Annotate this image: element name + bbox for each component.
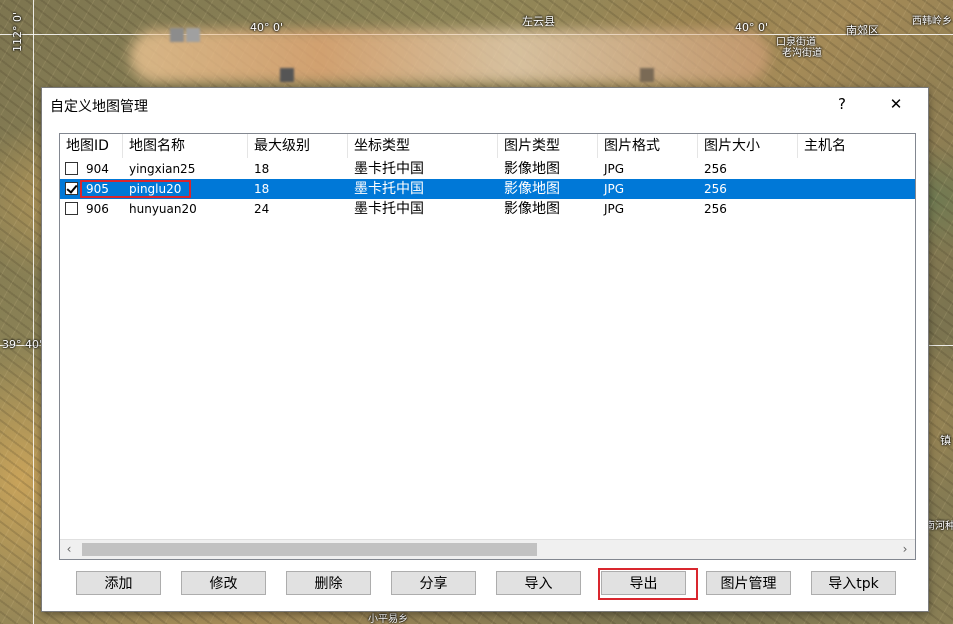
map-label: 112° 0' (11, 11, 24, 52)
cell-name: hunyuan20 (129, 202, 197, 216)
scroll-right-icon[interactable]: › (896, 540, 914, 559)
edit-button[interactable]: 修改 (181, 571, 266, 595)
image-manage-button[interactable]: 图片管理 (706, 571, 791, 595)
redacted-pixel (170, 28, 184, 42)
cell-max-level: 18 (254, 162, 270, 176)
row-checkbox[interactable] (65, 162, 78, 175)
close-button[interactable]: ✕ (876, 90, 916, 118)
map-label: 西韩岭乡 (912, 16, 952, 27)
cell-size: 256 (704, 202, 727, 216)
map-label: 左云县 (522, 15, 555, 28)
column-header-host[interactable]: 主机名 (798, 134, 915, 158)
scroll-left-icon[interactable]: ‹ (60, 540, 78, 559)
cell-coord-type: 墨卡托中国 (354, 181, 424, 197)
cell-id: 905 (86, 182, 109, 196)
dialog-title: 自定义地图管理 (50, 99, 148, 115)
column-header-format[interactable]: 图片格式 (598, 134, 698, 158)
map-label: 40° 0' (735, 21, 769, 34)
custom-map-dialog: 自定义地图管理 ? ✕ 地图ID 地图名称 最大级别 坐标类型 图片类型 图片格… (41, 87, 929, 612)
cell-format: JPG (604, 182, 625, 196)
column-header-image-type[interactable]: 图片类型 (498, 134, 598, 158)
cell-image-type: 影像地图 (504, 181, 560, 197)
map-label: 40° 0' (250, 21, 284, 34)
graticule-line (33, 0, 34, 624)
map-label: 南河种 (925, 521, 953, 532)
cell-host (798, 159, 915, 179)
row-checkbox[interactable] (65, 202, 78, 215)
dialog-titlebar[interactable]: 自定义地图管理 ? ✕ (42, 88, 928, 120)
cell-max-level: 18 (254, 182, 270, 196)
map-list[interactable]: 地图ID 地图名称 最大级别 坐标类型 图片类型 图片格式 图片大小 主机名 9… (59, 133, 916, 560)
redacted-area (130, 30, 770, 82)
map-label: 39° 40' (2, 338, 43, 351)
cell-size: 256 (704, 182, 727, 196)
table-row[interactable]: 904 yingxian25 18 墨卡托中国 影像地图 JPG 256 (60, 159, 915, 179)
cell-id: 904 (86, 162, 109, 176)
help-button[interactable]: ? (822, 90, 862, 118)
export-button[interactable]: 导出 (601, 571, 686, 595)
cell-size: 256 (704, 162, 727, 176)
cell-format: JPG (604, 202, 625, 216)
cell-image-type: 影像地图 (504, 161, 560, 177)
cell-name: pinglu20 (129, 182, 182, 196)
redacted-pixel (640, 68, 654, 82)
import-button[interactable]: 导入 (496, 571, 581, 595)
map-background: 40° 0' 左云县 40° 0' 南郊区 西韩岭乡 口泉街道 老沟街道 112… (0, 0, 953, 624)
map-label: 镇 (940, 434, 951, 447)
cell-format: JPG (604, 162, 625, 176)
delete-button[interactable]: 删除 (286, 571, 371, 595)
map-label: 老沟街道 (782, 48, 822, 59)
add-button[interactable]: 添加 (76, 571, 161, 595)
redacted-pixel (186, 28, 200, 42)
table-row[interactable]: 906 hunyuan20 24 墨卡托中国 影像地图 JPG 256 (60, 199, 915, 219)
row-checkbox-checked[interactable] (65, 182, 78, 195)
cell-id: 906 (86, 202, 109, 216)
redacted-pixel (280, 68, 294, 82)
import-tpk-button[interactable]: 导入tpk (811, 571, 896, 595)
column-header-max-level[interactable]: 最大级别 (248, 134, 348, 158)
column-header-coord-type[interactable]: 坐标类型 (348, 134, 498, 158)
cell-host (798, 179, 915, 199)
cell-coord-type: 墨卡托中国 (354, 201, 424, 217)
list-header: 地图ID 地图名称 最大级别 坐标类型 图片类型 图片格式 图片大小 主机名 (60, 134, 915, 158)
column-header-size[interactable]: 图片大小 (698, 134, 798, 158)
column-header-name[interactable]: 地图名称 (123, 134, 248, 158)
scroll-thumb[interactable] (82, 543, 537, 556)
cell-host (798, 199, 915, 219)
map-label: 小平易乡 (368, 614, 408, 624)
table-row-selected[interactable]: 905 pinglu20 18 墨卡托中国 影像地图 JPG 256 (60, 179, 915, 199)
cell-name: yingxian25 (129, 162, 196, 176)
cell-max-level: 24 (254, 202, 270, 216)
column-header-id[interactable]: 地图ID (60, 134, 123, 158)
cell-image-type: 影像地图 (504, 201, 560, 217)
cell-coord-type: 墨卡托中国 (354, 161, 424, 177)
horizontal-scrollbar[interactable]: ‹ › (60, 539, 915, 559)
share-button[interactable]: 分享 (391, 571, 476, 595)
map-label: 南郊区 (846, 24, 879, 37)
